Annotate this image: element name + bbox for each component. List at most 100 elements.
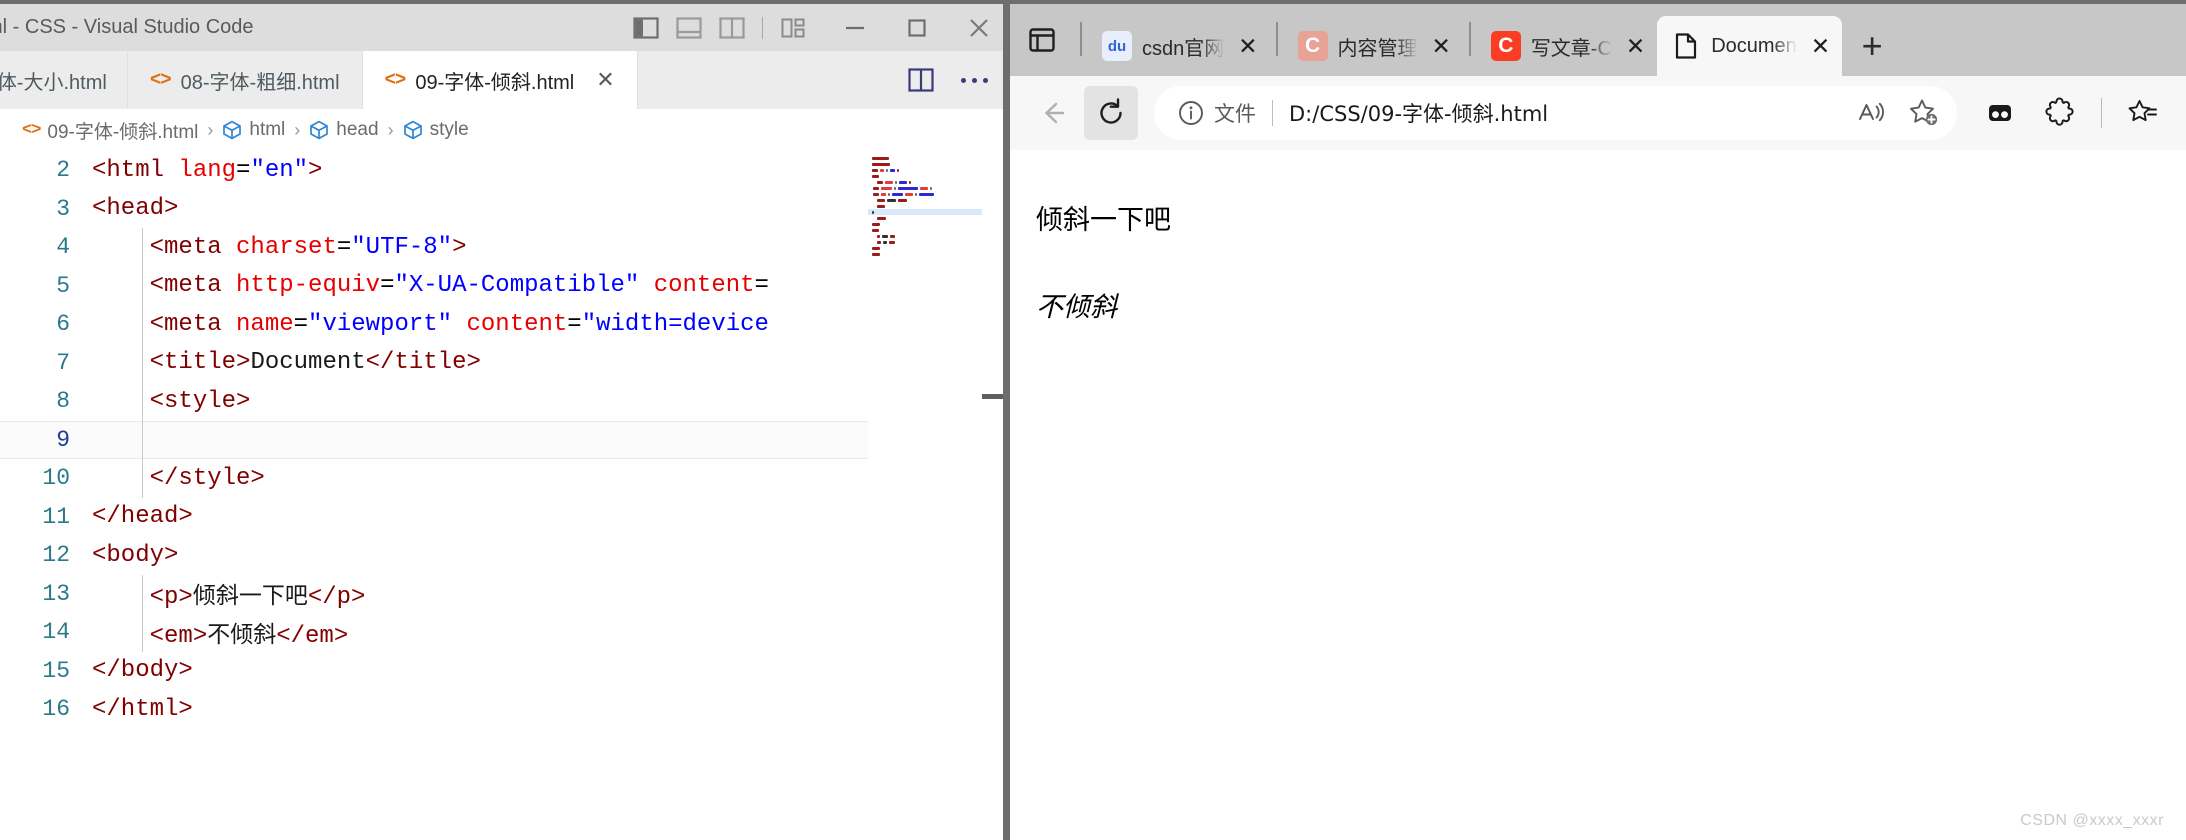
add-favorite-star-icon[interactable] [1901,90,1947,136]
breadcrumb-label: 09-字体-倾斜.html [47,121,199,143]
breadcrumb-label: html [249,119,286,140]
code-token-tag: <meta [92,233,237,261]
code-token-tag: <html [92,156,179,184]
read-aloud-icon[interactable] [1849,90,1895,136]
html-file-icon: <> [149,69,172,91]
editor-tab-2[interactable]: <> 09-字体-倾斜.html ✕ [362,51,638,109]
code-token-str: "width=device [581,310,769,338]
toggle-primary-sidebar-icon[interactable] [633,16,659,40]
breadcrumb-item-head[interactable]: head [309,119,379,141]
code-line[interactable]: 6 <meta name="viewport" content="width=d… [0,305,868,344]
split-screen-icon[interactable] [1973,86,2027,140]
code-token-tag: </body> [92,657,193,685]
browser-toolbar-right [1973,86,2170,140]
line-number: 8 [56,388,70,415]
code-line[interactable]: 5 <meta http-equiv="X-UA-Compatible" con… [0,266,868,305]
breadcrumb-item-file[interactable]: <> 09-字体-倾斜.html [22,117,198,144]
minimize-button[interactable] [824,4,886,51]
minimap-token [898,180,907,184]
code-line[interactable]: 11 </head> [0,498,868,537]
code-line[interactable]: 13 <p>倾斜一下吧</p> [0,574,868,613]
minimap-token [876,180,883,184]
toggle-secondary-sidebar-icon[interactable] [719,16,745,40]
code-token-tag: <meta [92,272,237,300]
toggle-panel-icon[interactable] [676,16,702,40]
editor-tab-0[interactable]: <> 体-大小.html [0,51,128,109]
csdn-favicon-icon: C [1297,31,1328,61]
split-editor-right-icon[interactable] [907,67,935,93]
minimap-token [898,186,918,190]
code-token-tag: </style> [92,464,265,492]
tab-actions-icon[interactable] [1010,4,1074,76]
code-line[interactable]: 15 </body> [0,652,868,691]
minimap-token [876,240,882,244]
minimap-line [868,251,982,257]
code-line[interactable]: 2 <html lang="en"> [0,151,868,190]
code-line[interactable]: 9 [0,420,868,459]
browser-tab-2[interactable]: C 写文章-C ✕ [1477,16,1657,76]
minimap-token [898,198,908,202]
breadcrumb-label: head [336,119,379,140]
minimap-token [894,180,897,184]
address-bar-actions [1849,90,1947,136]
line-number: 3 [56,195,70,222]
close-button[interactable] [948,4,1010,51]
code-lines[interactable]: 2 <html lang="en"> 3 <head> 4 <meta charset=… [0,151,868,840]
maximize-button[interactable] [886,4,948,51]
address-url-text[interactable]: D:/CSS/09-字体-倾斜.html [1289,98,1849,128]
breadcrumb-item-html[interactable]: html [222,119,285,141]
minimap-token [873,192,879,196]
browser-tab-close-icon[interactable]: ✕ [1432,34,1451,58]
browser-tab-close-icon[interactable]: ✕ [1238,34,1257,58]
code-token-tag: > [308,156,323,184]
breadcrumb-item-style[interactable]: style [403,119,469,141]
editor-minimap[interactable] [868,151,982,840]
code-line[interactable]: 16 </html> [0,690,868,729]
refresh-icon[interactable] [1084,86,1138,140]
screenshot-root: ml - CSS - Visual Studio Code 体-大小.html … [0,0,2186,840]
back-arrow-icon[interactable] [1026,86,1080,140]
browser-tab-1[interactable]: C 内容管理 ✕ [1284,16,1463,76]
code-text: <body> [92,542,868,569]
code-line[interactable]: 10 </style> [0,459,868,498]
editor-tab-close-icon[interactable]: ✕ [596,69,614,91]
code-token-tag: </title> [365,349,481,377]
minimap-token [891,192,904,196]
line-number: 10 [42,465,70,492]
code-token-text: Document [250,349,366,377]
minimap-token [872,156,890,160]
code-line[interactable]: 7 <title>Document</title> [0,343,868,382]
minimap-token [876,198,885,202]
baidu-favicon-icon: du [1102,31,1132,61]
browser-tab-close-icon[interactable]: ✕ [1811,34,1830,58]
new-tab-button[interactable]: + [1842,16,1902,76]
code-token-eq: = [567,310,582,338]
browser-tab-close-icon[interactable]: ✕ [1626,34,1645,58]
code-editor[interactable]: 2 <html lang="en"> 3 <head> 4 <meta charset=… [0,151,1010,840]
extensions-puzzle-icon[interactable] [2033,86,2087,140]
code-line[interactable]: 4 <meta charset="UTF-8"> [0,228,868,267]
minimap-token [908,180,911,184]
more-actions-icon[interactable] [961,77,988,83]
code-line[interactable]: 8 <style> [0,382,868,421]
code-line[interactable]: 3 <head> [0,190,868,229]
tab-strip-divider [1080,22,1082,56]
code-token-eq: = [380,272,395,300]
line-number: 9 [56,426,70,453]
info-circle-icon[interactable] [1174,96,1208,130]
minimap-token [889,234,895,238]
tab-strip-divider [1468,22,1471,56]
browser-tab-3[interactable]: Documen ✕ [1657,16,1843,76]
line-number: 6 [56,311,70,338]
code-line[interactable]: 12 <body> [0,536,868,575]
browser-tab-0[interactable]: du csdn官网 ✕ [1088,16,1270,76]
window-resize-handle[interactable] [982,394,1003,399]
breadcrumb-separator: › [207,119,214,140]
collections-icon[interactable] [2116,86,2170,140]
vscode-window-title: ml - CSS - Visual Studio Code [0,16,254,38]
code-line[interactable]: 14 <em>不倾斜</em> [0,613,868,652]
editor-tab-1[interactable]: <> 08-字体-粗细.html [127,51,363,109]
line-number: 2 [56,157,70,184]
customize-layout-icon[interactable] [780,16,806,40]
address-bar[interactable]: 文件 D:/CSS/09-字体-倾斜.html [1154,86,1957,140]
